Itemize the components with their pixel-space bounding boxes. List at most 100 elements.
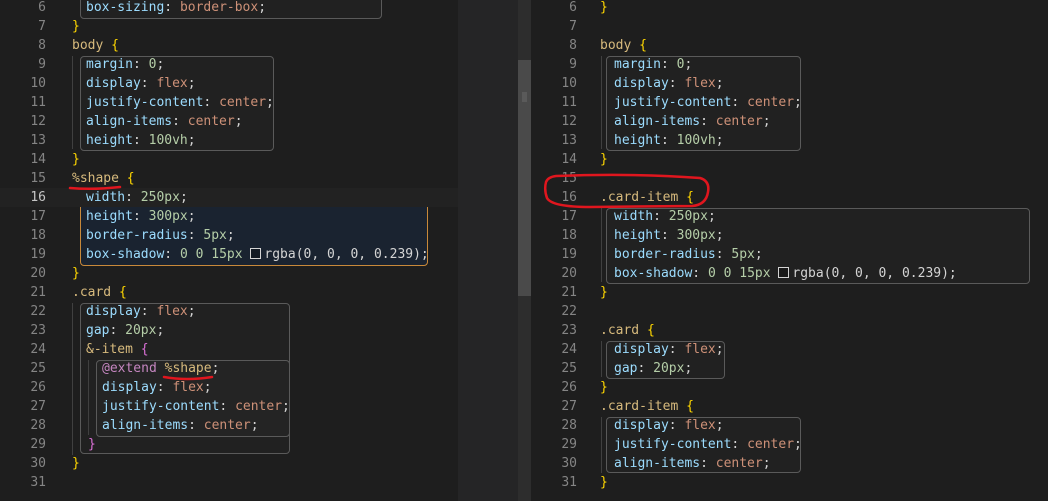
color-swatch-icon[interactable] — [250, 248, 262, 259]
code-line[interactable]: 19 box-shadow: 0 0 15px rgba(0, 0, 0, 0.2… — [0, 245, 458, 264]
code-token: } — [88, 437, 96, 452]
code-text: display: flex; — [86, 74, 196, 93]
line-number: 22 — [561, 304, 577, 319]
code-line[interactable]: 9 margin: 0; — [0, 55, 458, 74]
code-line[interactable]: 10 display: flex; — [531, 74, 1048, 93]
code-token: ; — [707, 209, 716, 224]
code-line[interactable]: 8 body { — [0, 36, 458, 55]
code-line[interactable]: 21} — [531, 283, 1048, 302]
line-number: 19 — [30, 247, 46, 262]
code-line[interactable]: 18 height: 300px; — [531, 226, 1048, 245]
code-token: 20px — [125, 323, 157, 338]
left-editor-pane[interactable]: 6 box-sizing: border-box; 7} 8 body {9 margin… — [0, 0, 458, 501]
code-line[interactable]: 7 — [531, 17, 1048, 36]
code-line[interactable]: 27 justify-content: center; — [0, 397, 458, 416]
code-token: { — [639, 38, 647, 53]
code-token: } — [72, 266, 80, 281]
line-number: 19 — [561, 247, 577, 262]
line-number: 26 — [561, 380, 577, 395]
code-line[interactable]: 29} — [0, 435, 458, 454]
code-line[interactable]: 25 gap: 20px; — [531, 359, 1048, 378]
code-text: border-radius: 5px; — [86, 226, 235, 245]
code-token: margin — [614, 57, 661, 72]
code-line[interactable]: 22 — [531, 302, 1048, 321]
code-token: : — [692, 266, 708, 281]
code-line[interactable]: 15 %shape { — [0, 169, 458, 188]
code-line[interactable]: 14} — [0, 150, 458, 169]
code-line[interactable]: 7} — [0, 17, 458, 36]
code-text: height: 300px; — [86, 207, 196, 226]
line-number: 31 — [561, 475, 577, 490]
code-line[interactable]: 16 .card-item { — [531, 188, 1048, 207]
line-number: 6 — [569, 0, 577, 15]
code-line[interactable]: 13 height: 100vh; — [0, 131, 458, 150]
code-text: body { — [72, 36, 119, 55]
code-line[interactable]: 14} — [531, 150, 1048, 169]
code-token: box-sizing — [86, 0, 165, 15]
code-line[interactable]: 17 width: 250px; — [531, 207, 1048, 226]
line-number: 15 — [30, 171, 46, 186]
code-text: justify-content: center; — [102, 397, 290, 416]
line-number: 30 — [30, 456, 46, 471]
code-line[interactable]: 29 justify-content: center; — [531, 435, 1048, 454]
code-line[interactable]: 11 justify-content: center; — [531, 93, 1048, 112]
color-swatch-icon[interactable] — [778, 267, 790, 278]
code-token: ; — [258, 0, 267, 15]
code-text: height: 100vh; — [86, 131, 196, 150]
code-line[interactable]: 23 gap: 20px; — [0, 321, 458, 340]
right-editor-pane[interactable]: 6} 7 8 body {9 margin: 0; 10 display: flex; 11 j… — [531, 0, 1048, 501]
code-text: box-shadow: 0 0 15px rgba(0, 0, 0, 0.239… — [86, 245, 429, 264]
code-token: : — [700, 456, 716, 471]
code-line[interactable]: 23 .card { — [531, 321, 1048, 340]
code-line[interactable]: 31 — [0, 473, 458, 492]
code-token: %shape — [72, 171, 119, 186]
code-line[interactable]: 11 justify-content: center; — [0, 93, 458, 112]
code-line[interactable]: 26} — [531, 378, 1048, 397]
code-token: flex — [156, 76, 188, 91]
code-text: width: 250px; — [614, 207, 716, 226]
code-line[interactable]: 20 box-shadow: 0 0 15px rgba(0, 0, 0, 0.2… — [531, 264, 1048, 283]
code-line[interactable]: 12 align-items: center; — [0, 112, 458, 131]
code-line[interactable]: 28 align-items: center; — [0, 416, 458, 435]
code-token: } — [72, 19, 80, 34]
code-line[interactable]: 17 height: 300px; — [0, 207, 458, 226]
code-token: justify-content — [102, 399, 220, 414]
code-line[interactable]: 26 display: flex; — [0, 378, 458, 397]
code-token: : — [164, 0, 180, 15]
code-token: flex — [684, 76, 716, 91]
code-line[interactable]: 20} — [0, 264, 458, 283]
code-line[interactable]: 24 display: flex; — [531, 340, 1048, 359]
code-line[interactable]: 8 body { — [531, 36, 1048, 55]
code-text: margin: 0; — [614, 55, 692, 74]
code-line[interactable]: 27 .card-item { — [531, 397, 1048, 416]
code-line[interactable]: 30} — [0, 454, 458, 473]
code-line[interactable]: 18 border-radius: 5px; — [0, 226, 458, 245]
code-line[interactable]: 22 display: flex; — [0, 302, 458, 321]
code-line[interactable]: 15 — [531, 169, 1048, 188]
code-line[interactable]: 6} — [531, 0, 1048, 17]
code-token: center — [747, 437, 795, 452]
code-line[interactable]: 16 width: 250px; — [0, 188, 458, 207]
code-token: &-item — [86, 342, 133, 357]
code-line[interactable]: 31} — [531, 473, 1048, 492]
code-text: justify-content: center; — [614, 435, 802, 454]
code-line[interactable]: 10 display: flex; — [0, 74, 458, 93]
code-token: border-radius — [86, 228, 188, 243]
code-line[interactable]: 13 height: 100vh; — [531, 131, 1048, 150]
line-number: 17 — [561, 209, 577, 224]
code-token: display — [614, 342, 669, 357]
code-line[interactable]: 12 align-items: center; — [531, 112, 1048, 131]
code-token: align-items — [614, 456, 701, 471]
code-text: %shape { — [72, 169, 135, 188]
code-line[interactable]: 6 box-sizing: border-box; — [0, 0, 458, 17]
code-line[interactable]: 21 .card { — [0, 283, 458, 302]
code-token: border-radius — [614, 247, 716, 262]
code-line[interactable]: 25 @extend %shape; — [0, 359, 458, 378]
code-line[interactable]: 28 display: flex; — [531, 416, 1048, 435]
code-line[interactable]: 30 align-items: center; — [531, 454, 1048, 473]
code-line[interactable]: 19 border-radius: 5px; — [531, 245, 1048, 264]
code-line[interactable]: 24 &-item { — [0, 340, 458, 359]
code-line[interactable]: 9 margin: 0; — [531, 55, 1048, 74]
line-number: 18 — [30, 228, 46, 243]
